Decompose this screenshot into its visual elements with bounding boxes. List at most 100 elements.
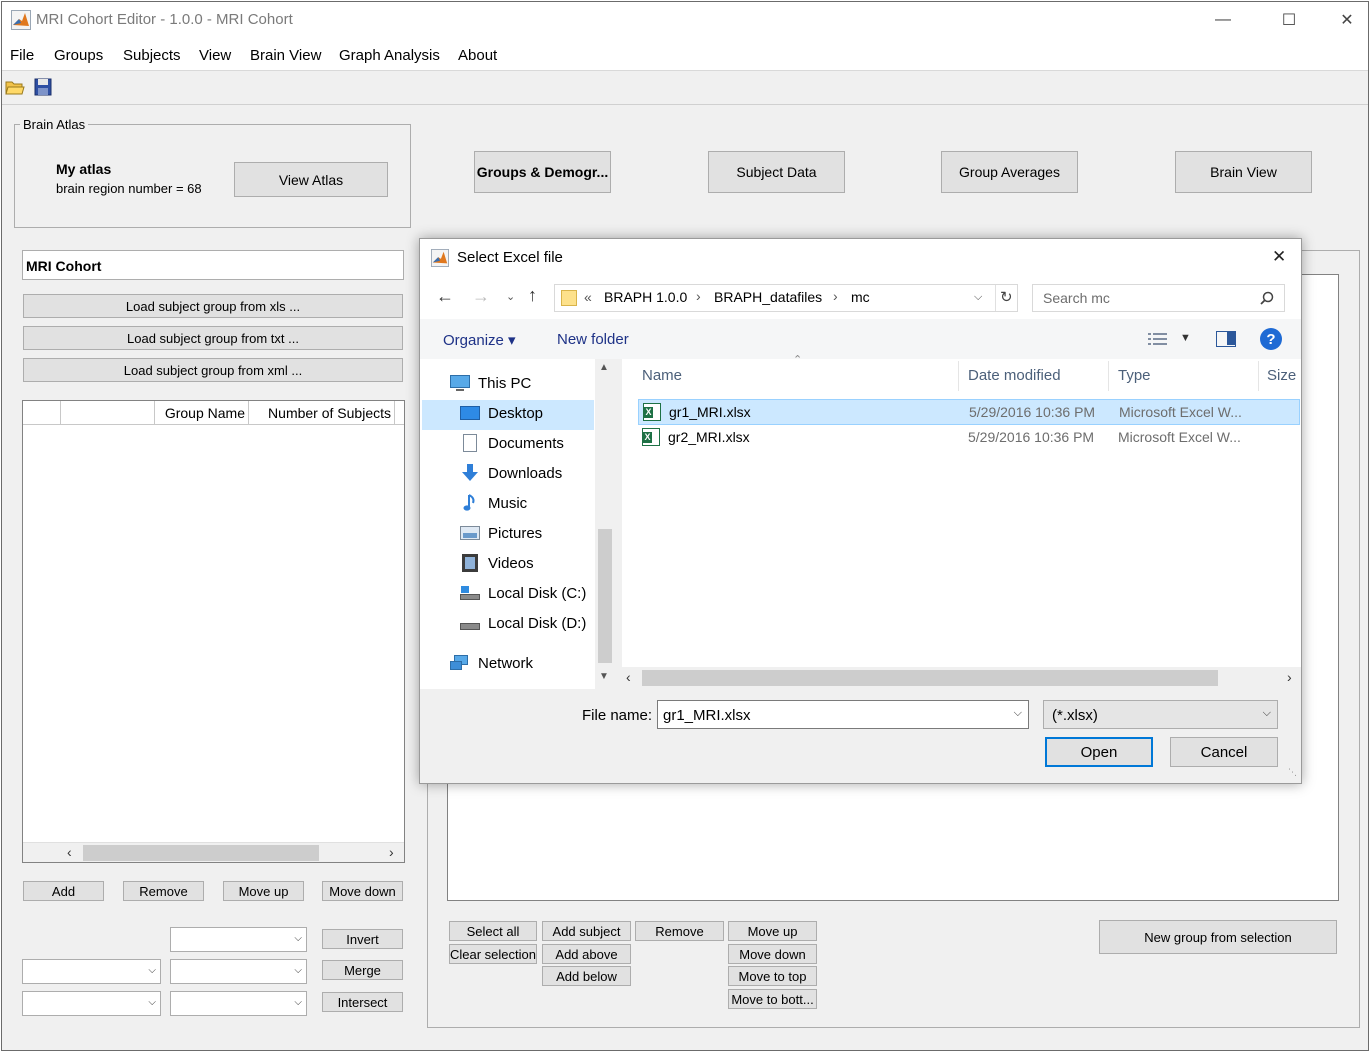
groups-table[interactable]: Group Name Number of Subjects ‹ › (22, 400, 405, 863)
nav-pictures[interactable]: Pictures (460, 524, 542, 542)
nav-desktop[interactable]: Desktop (460, 404, 543, 422)
intersect-group-b-select[interactable]: ⌵ (170, 991, 307, 1016)
tab-group-averages[interactable]: Group Averages (941, 151, 1078, 193)
column-date-modified[interactable]: Date modified (968, 367, 1061, 384)
menu-view[interactable]: View (199, 47, 231, 64)
nav-network[interactable]: Network (450, 654, 533, 672)
dialog-close-icon[interactable]: ✕ (1272, 247, 1286, 267)
add-subject-button[interactable]: Add subject (542, 921, 631, 941)
nav-documents[interactable]: Documents (460, 434, 564, 452)
tab-subject-data[interactable]: Subject Data (708, 151, 845, 193)
move-to-bottom-button[interactable]: Move to bott... (728, 989, 817, 1009)
help-icon[interactable]: ? (1260, 328, 1282, 350)
move-down-group-button[interactable]: Move down (322, 881, 403, 901)
organize-menu[interactable]: Organize ▾ (443, 331, 516, 349)
back-arrow-icon[interactable]: ← (436, 286, 454, 307)
remove-group-button[interactable]: Remove (123, 881, 204, 901)
move-up-group-button[interactable]: Move up (223, 881, 304, 901)
merge-group-b-select[interactable]: ⌵ (170, 959, 307, 984)
up-arrow-icon[interactable]: ↑ (528, 285, 537, 306)
file-name-input[interactable]: gr1_MRI.xlsx ⌵ (657, 700, 1029, 729)
invert-group-select[interactable]: ⌵ (170, 927, 307, 952)
view-atlas-button[interactable]: View Atlas (234, 162, 388, 197)
clear-selection-button[interactable]: Clear selection (449, 944, 537, 964)
merge-group-a-select[interactable]: ⌵ (22, 959, 161, 984)
file-row-selected[interactable]: X gr1_MRI.xlsx 5/29/2016 10:36 PM Micros… (638, 399, 1300, 425)
scroll-thumb[interactable] (83, 845, 319, 861)
move-down-subject-button[interactable]: Move down (728, 944, 817, 964)
add-below-button[interactable]: Add below (542, 966, 631, 986)
invert-button[interactable]: Invert (322, 929, 403, 949)
intersect-button[interactable]: Intersect (322, 992, 403, 1012)
intersect-group-a-select[interactable]: ⌵ (22, 991, 161, 1016)
scroll-down-icon[interactable]: ▼ (599, 671, 609, 682)
search-input[interactable]: Search mc (1043, 290, 1110, 306)
column-header-blank-2[interactable] (61, 401, 155, 425)
chevron-down-icon[interactable]: ⌵ (974, 291, 982, 304)
close-button[interactable]: ✕ (1318, 2, 1370, 38)
nav-scrollbar[interactable]: ▲ ▼ (595, 359, 615, 689)
load-xml-button[interactable]: Load subject group from xml ... (23, 358, 403, 382)
file-type-filter-select[interactable]: (*.xlsx) ⌵ (1043, 700, 1278, 729)
tab-groups-demographics[interactable]: Groups & Demogr... (474, 151, 611, 193)
view-options-icon[interactable] (1147, 331, 1169, 347)
forward-arrow-icon[interactable]: → (472, 286, 490, 307)
nav-videos[interactable]: Videos (460, 554, 534, 572)
breadcrumb-datafiles[interactable]: BRAPH_datafiles (714, 289, 822, 305)
new-folder-button[interactable]: New folder (557, 331, 629, 348)
nav-local-disk-c[interactable]: Local Disk (C:) (460, 584, 586, 602)
minimize-button[interactable]: — (1194, 2, 1252, 38)
menu-brain-view[interactable]: Brain View (250, 47, 321, 64)
scroll-up-icon[interactable]: ▲ (599, 362, 609, 373)
navigation-pane[interactable]: This PC Desktop Documents Downloads Musi… (420, 359, 615, 689)
merge-button[interactable]: Merge (322, 960, 403, 980)
load-txt-button[interactable]: Load subject group from txt ... (23, 326, 403, 350)
breadcrumb-overflow[interactable]: « (584, 289, 592, 305)
load-xls-button[interactable]: Load subject group from xls ... (23, 294, 403, 318)
save-disk-icon[interactable] (34, 78, 52, 96)
menu-about[interactable]: About (458, 47, 497, 64)
open-folder-icon[interactable] (5, 78, 25, 96)
menu-graph-analysis[interactable]: Graph Analysis (339, 47, 440, 64)
nav-scroll-thumb[interactable] (598, 529, 612, 663)
address-bar[interactable]: « BRAPH 1.0.0 › BRAPH_datafiles › mc ⌵ ↻ (554, 284, 1018, 312)
search-box[interactable]: Search mc (1032, 284, 1285, 312)
menu-groups[interactable]: Groups (54, 47, 103, 64)
horizontal-scrollbar[interactable]: ‹ › (23, 842, 404, 862)
recent-locations-icon[interactable]: ⌄ (506, 290, 515, 303)
open-button[interactable]: Open (1045, 737, 1153, 767)
cancel-button[interactable]: Cancel (1170, 737, 1278, 767)
move-up-subject-button[interactable]: Move up (728, 921, 817, 941)
move-to-top-button[interactable]: Move to top (728, 966, 817, 986)
scroll-right-icon[interactable]: › (1287, 669, 1292, 685)
column-name[interactable]: Name (642, 367, 682, 384)
cohort-name-field[interactable]: MRI Cohort (22, 250, 404, 280)
nav-local-disk-d[interactable]: Local Disk (D:) (460, 614, 586, 632)
nav-music[interactable]: Music (460, 494, 527, 512)
scroll-left-icon[interactable]: ‹ (626, 669, 631, 685)
file-list-scrollbar[interactable]: ‹ › (622, 667, 1301, 689)
view-dropdown-icon[interactable]: ▼ (1180, 332, 1191, 344)
new-group-from-selection-button[interactable]: New group from selection (1099, 920, 1337, 954)
breadcrumb-mc[interactable]: mc (851, 289, 870, 305)
resize-grip-icon[interactable]: ⋱ (1288, 767, 1297, 778)
scroll-right-icon[interactable]: › (389, 844, 394, 860)
column-header-number-of-subjects[interactable]: Number of Subjects (249, 401, 395, 425)
column-size[interactable]: Size (1267, 367, 1296, 384)
select-all-button[interactable]: Select all (449, 921, 537, 941)
add-above-button[interactable]: Add above (542, 944, 631, 964)
column-type[interactable]: Type (1118, 367, 1151, 384)
nav-this-pc[interactable]: This PC (450, 374, 531, 392)
menu-subjects[interactable]: Subjects (123, 47, 181, 64)
file-row[interactable]: X gr2_MRI.xlsx 5/29/2016 10:36 PM Micros… (638, 425, 1300, 451)
menu-file[interactable]: File (10, 47, 34, 64)
nav-downloads[interactable]: Downloads (460, 464, 562, 482)
column-header-group-name[interactable]: Group Name (155, 401, 249, 425)
remove-subject-button[interactable]: Remove (635, 921, 724, 941)
preview-pane-icon[interactable] (1216, 331, 1236, 347)
scroll-left-icon[interactable]: ‹ (67, 844, 72, 860)
column-header-blank-1[interactable] (23, 401, 61, 425)
add-group-button[interactable]: Add (23, 881, 104, 901)
breadcrumb-braph[interactable]: BRAPH 1.0.0 (604, 289, 687, 305)
tab-brain-view[interactable]: Brain View (1175, 151, 1312, 193)
